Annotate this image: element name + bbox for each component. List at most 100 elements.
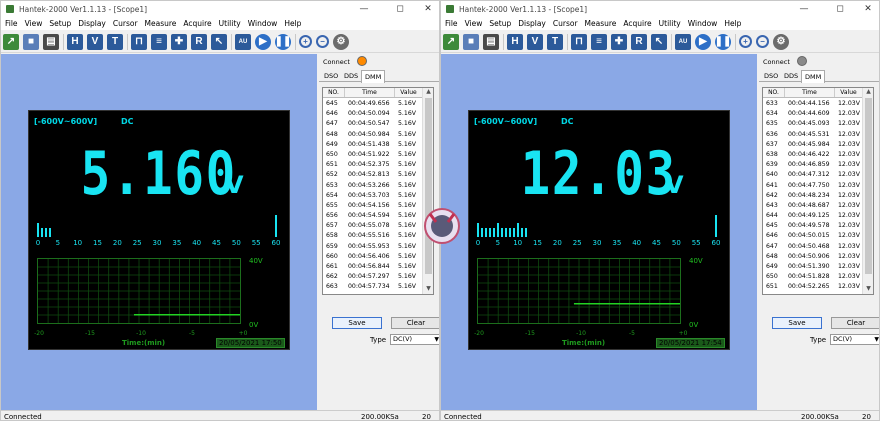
auto-icon[interactable]: AU	[675, 33, 691, 50]
col-header-value[interactable]: Value	[395, 88, 423, 97]
table-row[interactable]: 650 00:04:51.828 12.03V	[763, 272, 863, 282]
tab-dmm[interactable]: DMM	[801, 70, 826, 83]
menu-utility[interactable]: Utility	[659, 19, 681, 28]
table-row[interactable]: 635 00:04:45.093 12.03V	[763, 119, 863, 129]
table-row[interactable]: 658 00:04:55.516 5.16V	[323, 231, 423, 241]
tab-dso[interactable]: DSO	[761, 70, 781, 82]
vertical-icon[interactable]: V	[87, 33, 103, 50]
table-row[interactable]: 65200:04:52.71812.03V	[763, 293, 863, 295]
table-row[interactable]: 653 00:04:53.266 5.16V	[323, 181, 423, 191]
run-icon[interactable]: ▶	[255, 33, 271, 50]
clear-button[interactable]: Clear	[391, 317, 439, 329]
zoom-in-icon[interactable]: +	[739, 35, 752, 48]
table-row[interactable]: 644 00:04:49.125 12.03V	[763, 211, 863, 221]
pulse-icon[interactable]: ⊓	[571, 33, 587, 50]
table-row[interactable]: 647 00:04:50.547 5.16V	[323, 119, 423, 129]
scroll-thumb[interactable]	[865, 98, 872, 274]
table-row[interactable]: 633 00:04:44.156 12.03V	[763, 99, 863, 109]
table-row[interactable]: 642 00:04:48.234 12.03V	[763, 191, 863, 201]
menu-view[interactable]: View	[25, 19, 43, 28]
table-row[interactable]: 657 00:04:55.078 5.16V	[323, 221, 423, 231]
horizontal-icon[interactable]: H	[507, 33, 523, 50]
table-scrollbar[interactable]: ▲ ▼	[862, 88, 873, 294]
print-icon[interactable]: ▤	[483, 33, 499, 50]
col-header-time[interactable]: Time	[785, 88, 835, 97]
reference-icon[interactable]: R	[631, 33, 647, 50]
menu-setup[interactable]: Setup	[49, 19, 71, 28]
cursor-icon[interactable]: ✚	[611, 33, 627, 50]
table-row[interactable]: 637 00:04:45.984 12.03V	[763, 140, 863, 150]
col-header-no[interactable]: NO.	[763, 88, 785, 97]
save-icon[interactable]: ■	[23, 33, 39, 50]
menu-utility[interactable]: Utility	[219, 19, 241, 28]
menu-file[interactable]: File	[445, 19, 458, 28]
pulse-icon[interactable]: ⊓	[131, 33, 147, 50]
menu-window[interactable]: Window	[688, 19, 718, 28]
table-row[interactable]: 659 00:04:55.953 5.16V	[323, 242, 423, 252]
print-icon[interactable]: ▤	[43, 33, 59, 50]
pointer-icon[interactable]: ↖	[651, 33, 667, 50]
table-row[interactable]: 645 00:04:49.578 12.03V	[763, 221, 863, 231]
table-row[interactable]: 641 00:04:47.750 12.03V	[763, 181, 863, 191]
zoom-in-icon[interactable]: +	[299, 35, 312, 48]
menu-view[interactable]: View	[465, 19, 483, 28]
menu-help[interactable]: Help	[724, 19, 741, 28]
open-icon[interactable]: ↗	[443, 33, 459, 50]
minimize-icon[interactable]: —	[353, 1, 375, 17]
type-select[interactable]: DC(V) ▼	[830, 334, 879, 345]
table-row[interactable]: 634 00:04:44.609 12.03V	[763, 109, 863, 119]
table-row[interactable]: 638 00:04:46.422 12.03V	[763, 150, 863, 160]
menu-help[interactable]: Help	[284, 19, 301, 28]
maximize-icon[interactable]: ◻	[829, 1, 851, 17]
col-header-time[interactable]: Time	[345, 88, 395, 97]
auto-icon[interactable]: AU	[235, 33, 251, 50]
menu-cursor[interactable]: Cursor	[113, 19, 138, 28]
measure-icon[interactable]: ≡	[591, 33, 607, 50]
table-row[interactable]: 649 00:04:51.438 5.16V	[323, 140, 423, 150]
tab-dso[interactable]: DSO	[321, 70, 341, 82]
tab-dds[interactable]: DDS	[341, 70, 361, 82]
horizontal-icon[interactable]: H	[67, 33, 83, 50]
menu-display[interactable]: Display	[518, 19, 546, 28]
settings-icon[interactable]: ⚙	[333, 33, 349, 50]
cursor-icon[interactable]: ✚	[171, 33, 187, 50]
table-row[interactable]: 655 00:04:54.156 5.16V	[323, 201, 423, 211]
save-button[interactable]: Save	[772, 317, 822, 329]
pause-icon[interactable]: ❚❚	[715, 33, 731, 50]
trigger-icon[interactable]: T	[107, 33, 123, 50]
scroll-up-icon[interactable]: ▲	[423, 88, 433, 95]
minimize-icon[interactable]: —	[793, 1, 815, 17]
clear-button[interactable]: Clear	[831, 317, 879, 329]
title-bar[interactable]: Hantek-2000 Ver1.1.13 - [Scope1] — ◻ ✕	[1, 1, 439, 17]
menu-acquire[interactable]: Acquire	[183, 19, 211, 28]
menu-file[interactable]: File	[5, 19, 18, 28]
table-row[interactable]: 660 00:04:56.406 5.16V	[323, 252, 423, 262]
col-header-no[interactable]: NO.	[323, 88, 345, 97]
trigger-icon[interactable]: T	[547, 33, 563, 50]
menu-measure[interactable]: Measure	[585, 19, 617, 28]
table-row[interactable]: 662 00:04:57.297 5.16V	[323, 272, 423, 282]
open-icon[interactable]: ↗	[3, 33, 19, 50]
save-icon[interactable]: ■	[463, 33, 479, 50]
table-row[interactable]: 640 00:04:47.312 12.03V	[763, 170, 863, 180]
close-icon[interactable]: ✕	[857, 1, 879, 17]
table-row[interactable]: 656 00:04:54.594 5.16V	[323, 211, 423, 221]
scroll-down-icon[interactable]: ▼	[423, 285, 433, 292]
run-icon[interactable]: ▶	[695, 33, 711, 50]
menu-setup[interactable]: Setup	[489, 19, 511, 28]
vertical-icon[interactable]: V	[527, 33, 543, 50]
table-row[interactable]: 663 00:04:57.734 5.16V	[323, 282, 423, 292]
measure-icon[interactable]: ≡	[151, 33, 167, 50]
pause-icon[interactable]: ❚❚	[275, 33, 291, 50]
table-row[interactable]: 647 00:04:50.468 12.03V	[763, 242, 863, 252]
table-row[interactable]: 646 00:04:50.015 12.03V	[763, 231, 863, 241]
table-row[interactable]: 636 00:04:45.531 12.03V	[763, 130, 863, 140]
menu-window[interactable]: Window	[248, 19, 278, 28]
table-row[interactable]: 643 00:04:48.687 12.03V	[763, 201, 863, 211]
table-row[interactable]: 654 00:04:53.703 5.16V	[323, 191, 423, 201]
table-row[interactable]: 646 00:04:50.094 5.16V	[323, 109, 423, 119]
table-row[interactable]: 648 00:04:50.984 5.16V	[323, 130, 423, 140]
menu-acquire[interactable]: Acquire	[623, 19, 651, 28]
table-row[interactable]: 639 00:04:46.859 12.03V	[763, 160, 863, 170]
col-header-value[interactable]: Value	[835, 88, 863, 97]
